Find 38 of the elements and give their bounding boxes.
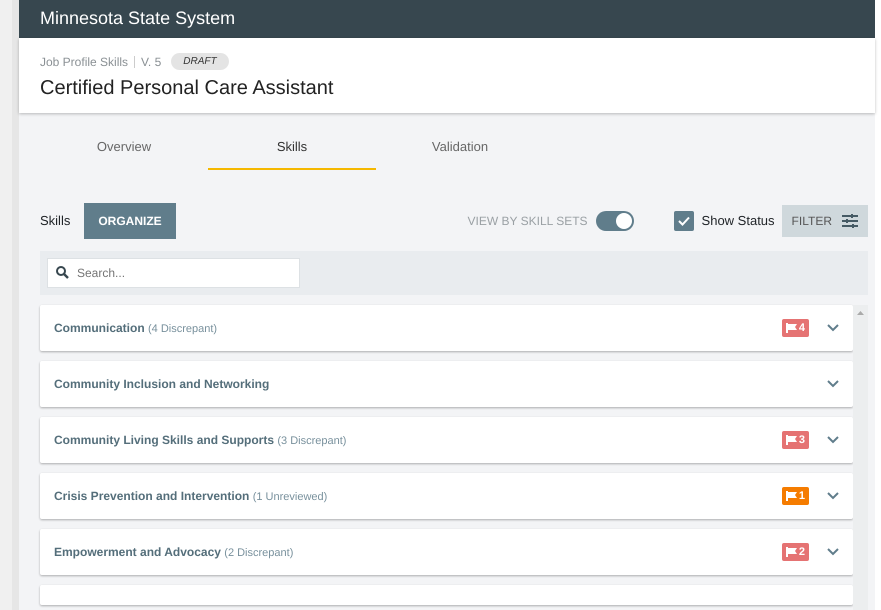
chevron-icon[interactable] — [827, 324, 839, 332]
breadcrumb-text: Job Profile Skills — [40, 54, 128, 70]
flag-badge: 2 — [782, 542, 809, 562]
check-icon — [678, 216, 690, 226]
skill-row[interactable]: Empowerment and Advocacy (2 Discrepant) 2 — [40, 529, 853, 575]
tab[interactable]: Skills — [208, 128, 376, 170]
checkbox[interactable] — [674, 210, 694, 230]
skill-row[interactable]: Crisis Prevention and Intervention (1 Unreviewed) 1 — [40, 473, 853, 519]
filter-button[interactable]: FILTER — [782, 204, 868, 236]
organize-button[interactable]: ORGANIZE — [84, 202, 176, 238]
skill-row[interactable]: Communication (4 Discrepant) 4 — [40, 305, 853, 351]
checkbox-label: Show Status — [702, 212, 775, 230]
skill-name: Empowerment and Advocacy (2 Discrepant) — [54, 544, 294, 561]
app-title: Minnesota State System — [40, 7, 236, 30]
tab[interactable]: Overview — [40, 128, 208, 170]
flag-badge: 3 — [782, 430, 809, 450]
chevron-icon[interactable] — [827, 548, 839, 556]
skill-row[interactable]: Community Inclusion and Networking — [40, 361, 853, 407]
toggle-switch[interactable] — [596, 210, 634, 230]
skill-name: Community Living Skills and Supports (3 Discrepant) — [54, 432, 346, 449]
flag-badge: 1 — [782, 486, 809, 506]
tab[interactable]: Validation — [376, 128, 544, 170]
chevron-icon[interactable] — [827, 492, 839, 500]
skill-name: Crisis Prevention and Intervention (1 Unreviewed) — [54, 488, 328, 505]
chevron-icon[interactable] — [827, 436, 839, 444]
flag-badge: 4 — [782, 318, 809, 338]
sliders-icon — [842, 214, 858, 228]
skill-name: Community Inclusion and Networking — [54, 376, 270, 393]
scrollbar[interactable] — [853, 305, 868, 610]
search-field[interactable]: Search... — [47, 258, 300, 288]
chevron-icon[interactable] — [827, 380, 839, 388]
version-text: V. 5 — [141, 54, 162, 70]
skills-label: Skills — [40, 212, 70, 230]
status-badge: DRAFT — [171, 53, 229, 70]
skill-row[interactable]: Community Living Skills and Supports (3 Discrepant) 3 — [40, 417, 853, 463]
skill-name: Communication (4 Discrepant) — [54, 320, 218, 337]
page-title: Certified Personal Care Assistant — [40, 76, 334, 100]
toggle-label: VIEW BY SKILL SETS — [468, 212, 588, 230]
